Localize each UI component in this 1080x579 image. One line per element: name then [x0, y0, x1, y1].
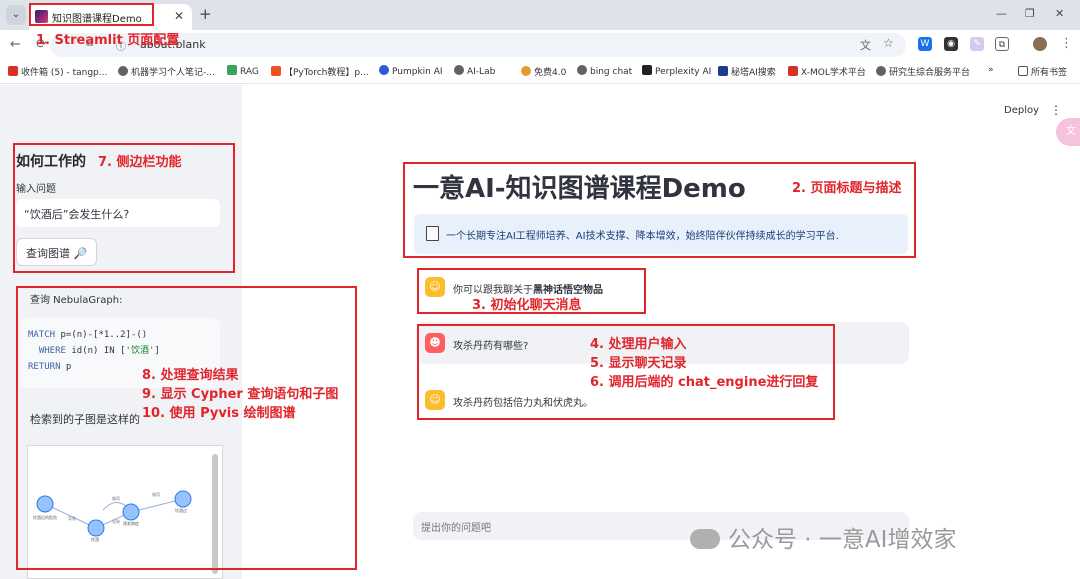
- bookmark-bing-chat[interactable]: bing chat: [577, 65, 632, 77]
- bookmark-perplexity[interactable]: Perplexity AI: [642, 65, 711, 77]
- profile-avatar[interactable]: [1033, 37, 1047, 51]
- wechat-watermark: 公众号 · 一意AI增效家: [690, 520, 956, 554]
- x-mol-icon: [788, 66, 798, 76]
- translate-float-icon[interactable]: 文: [1056, 118, 1080, 146]
- annotation-label: 7. 侧边栏功能: [98, 155, 182, 170]
- bookmark-rag[interactable]: RAG: [227, 65, 259, 77]
- bookmark-x-mol[interactable]: X-MOL学术平台: [788, 65, 866, 78]
- annotation-label: 5. 显示聊天记录: [590, 356, 687, 371]
- back-arrow-icon[interactable]: ←: [10, 37, 21, 52]
- wechat-icon: [690, 529, 720, 549]
- bookmark-ai-lab[interactable]: AI-Lab: [454, 65, 495, 77]
- annotation-label: 2. 页面标题与描述: [792, 181, 902, 196]
- annotation-box-query-results: [16, 286, 357, 570]
- bookmark-pumpkin-ai[interactable]: Pumpkin AI: [379, 65, 443, 77]
- chat-input-placeholder: 提出你的问题吧: [421, 523, 491, 534]
- annotation-box-title: [403, 162, 916, 258]
- bookmark-metaso[interactable]: 秘塔AI搜索: [718, 65, 776, 78]
- csdn-icon: [271, 66, 281, 76]
- globe-icon: [118, 66, 128, 76]
- extension-word-icon[interactable]: W: [918, 37, 932, 51]
- globe-icon: [876, 66, 886, 76]
- bookmark-ml-notes[interactable]: 机器学习个人笔记-...: [118, 65, 215, 78]
- annotation-label: 3. 初始化聊天消息: [472, 298, 582, 313]
- translate-icon[interactable]: 文: [860, 37, 871, 53]
- annotation-label: 10. 使用 Pyvis 绘制图谱: [142, 406, 296, 421]
- extensions-puzzle-icon[interactable]: ⧉: [995, 37, 1009, 51]
- bookmarks-overflow-icon[interactable]: »: [988, 65, 994, 75]
- new-tab-plus-icon[interactable]: +: [199, 5, 212, 23]
- gmail-icon: [8, 66, 18, 76]
- leaf-icon: [227, 65, 237, 75]
- bookmark-grad-platform[interactable]: 研究生综合服务平台: [876, 65, 970, 78]
- tab-close-icon[interactable]: ✕: [174, 9, 184, 23]
- extension-mask-icon[interactable]: ◉: [944, 37, 958, 51]
- metaso-icon: [718, 66, 728, 76]
- bookmark-pytorch[interactable]: 【PyTorch教程】p...: [271, 65, 369, 78]
- bookmark-star-icon[interactable]: ☆: [883, 36, 894, 50]
- annotation-label: 8. 处理查询结果: [142, 368, 239, 383]
- annotation-label: 9. 显示 Cypher 查询语句和子图: [142, 387, 339, 402]
- folder-icon: [1018, 66, 1028, 76]
- bookmarks-bar: 收件箱 (5) - tangp... 机器学习个人笔记-... RAG 【PyT…: [0, 60, 1080, 84]
- face-icon: [521, 66, 531, 76]
- window-close-icon[interactable]: ✕: [1055, 7, 1064, 20]
- watermark-text: 公众号 · 一意AI增效家: [728, 527, 957, 553]
- all-bookmarks-folder[interactable]: 所有书签: [1018, 65, 1067, 78]
- annotation-label: 6. 调用后端的 chat_engine进行回复: [590, 375, 819, 390]
- pumpkin-icon: [379, 65, 389, 75]
- perplexity-icon: [642, 65, 652, 75]
- extension-pencil-icon[interactable]: ✎: [970, 37, 984, 51]
- tab-list-chevron-icon[interactable]: ⌄: [6, 5, 26, 25]
- streamlit-menu-icon[interactable]: ⋮: [1050, 103, 1062, 117]
- browser-tab-bar: ⌄ 知识图谱课程Demo ✕ + — ❐ ✕: [0, 0, 1080, 30]
- screenshot-root: ⌄ 知识图谱课程Demo ✕ + — ❐ ✕ ← ⟳ ⧉ ⓘ about:bla…: [0, 0, 1080, 579]
- window-minimize-icon[interactable]: —: [996, 7, 1007, 20]
- bookmark-gmail[interactable]: 收件箱 (5) - tangp...: [8, 65, 107, 78]
- globe-icon: [454, 65, 464, 75]
- annotation-label: 1. Streamlit 页面配置: [36, 33, 180, 48]
- browser-menu-icon[interactable]: ⋮: [1060, 36, 1073, 51]
- globe-icon: [577, 65, 587, 75]
- bookmark-free-gpt4[interactable]: 免费4.0: [521, 65, 566, 78]
- deploy-button[interactable]: Deploy: [1004, 105, 1039, 116]
- annotation-box-tab: [29, 3, 154, 26]
- window-restore-icon[interactable]: ❐: [1025, 7, 1035, 20]
- annotation-label: 4. 处理用户输入: [590, 337, 687, 352]
